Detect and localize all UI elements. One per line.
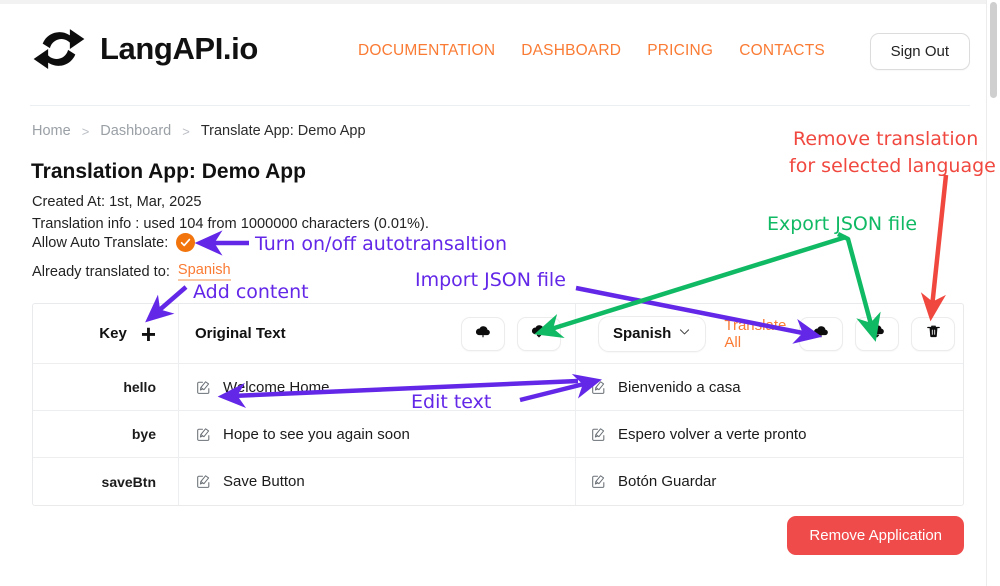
edit-pencil-icon[interactable] [590,473,607,490]
annotation-label-remove-translation-line1: Remove translation [793,128,979,150]
site-header: LangAPI.io DOCUMENTATION DASHBOARD PRICI… [0,4,1000,90]
annotation-label-auto-translate: Turn on/off autotransaltion [255,233,508,255]
header-cell-key: Key + [33,304,179,363]
nav-item-dashboard[interactable]: DASHBOARD [521,42,621,60]
trash-icon [925,323,942,345]
breadcrumb-separator-icon: > [182,123,190,139]
already-translated-row: Already translated to: Spanish [32,262,231,281]
auto-translate-toggle[interactable] [176,233,196,252]
row-translation-cell: Botón Guardar [576,458,963,505]
nav-item-contacts[interactable]: CONTACTS [739,42,825,60]
auto-translate-row: Allow Auto Translate: [32,233,196,252]
row-original-text: Hope to see you again soon [223,425,410,443]
row-key-label: bye [131,426,156,442]
page-scrollbar[interactable] [986,0,1000,586]
row-translation-text: Espero volver a verte pronto [618,425,807,443]
table-row: hello Welcome Home Bienvenido a casa [33,364,963,411]
annotation-label-add-content: Add content [193,281,309,303]
original-toolbar [461,316,561,351]
row-original-cell: Welcome Home [179,364,576,410]
breadcrumb-item-current: Translate App: Demo App [200,123,366,139]
edit-pencil-icon[interactable] [590,379,607,396]
add-row-button[interactable]: + [141,321,156,347]
table-header-row: Key + Original Text Spanish Translate Al… [33,304,963,364]
breadcrumb-item-home[interactable]: Home [32,123,71,139]
cloud-upload-icon [474,322,492,345]
cloud-download-icon [530,322,548,345]
row-original-cell: Save Button [179,458,576,505]
table-row: saveBtn Save Button Botón Guardar [33,458,963,505]
row-key-cell: hello [33,364,179,410]
header-original-label: Original Text [195,325,286,342]
header-key-label: Key [99,325,127,342]
cycle-arrows-icon [30,20,88,78]
breadcrumb-item-dashboard[interactable]: Dashboard [100,123,171,139]
translations-table: Key + Original Text Spanish Translate Al… [32,303,964,506]
import-original-button[interactable] [461,316,505,351]
row-translation-text: Botón Guardar [618,473,717,490]
breadcrumb-separator-icon: > [81,123,90,139]
row-translation-cell: Espero volver a verte pronto [576,411,963,457]
edit-pencil-icon[interactable] [195,426,212,443]
edit-pencil-icon[interactable] [195,473,212,490]
cloud-upload-icon [812,322,830,345]
main-nav: DOCUMENTATION DASHBOARD PRICING CONTACTS [358,42,825,60]
translate-all-button[interactable]: Translate All [724,317,799,351]
row-translation-text: Bienvenido a casa [618,378,741,396]
annotation-label-import-json: Import JSON file [415,269,566,291]
row-key-cell: saveBtn [33,458,179,505]
header-cell-original: Original Text [179,304,576,363]
cloud-download-icon [868,322,886,345]
already-translated-label: Already translated to: [32,263,170,280]
export-original-button[interactable] [517,316,561,351]
edit-pencil-icon[interactable] [590,426,607,443]
annotation-label-remove-translation-line2: for selected language [789,155,996,177]
export-translation-button[interactable] [855,316,899,351]
chevron-down-icon [678,325,691,342]
row-original-cell: Hope to see you again soon [179,411,576,457]
nav-item-pricing[interactable]: PRICING [647,42,713,60]
auto-translate-label: Allow Auto Translate: [32,234,169,251]
nav-item-documentation[interactable]: DOCUMENTATION [358,42,495,60]
created-at-text: Created At: 1st, Mar, 2025 [32,194,202,210]
brand-logo[interactable]: LangAPI.io [30,20,258,78]
header-cell-translation: Spanish Translate All [576,304,963,363]
breadcrumb: Home > Dashboard > Translate App: Demo A… [32,123,366,139]
row-key-label: hello [123,379,156,395]
already-translated-language[interactable]: Spanish [177,262,231,281]
import-translation-button[interactable] [799,316,843,351]
delete-translation-button[interactable] [911,316,955,351]
row-original-text: Save Button [223,473,305,490]
language-select[interactable]: Spanish [598,315,707,352]
annotation-arrow-remove-translation [920,174,949,322]
edit-pencil-icon[interactable] [195,379,212,396]
language-select-value: Spanish [613,325,672,342]
table-row: bye Hope to see you again soon Espero vo… [33,411,963,458]
brand-name: LangAPI.io [100,31,258,66]
row-key-label: saveBtn [101,473,156,490]
header-divider [30,105,970,106]
annotation-label-export-json: Export JSON file [767,213,918,235]
translation-info-text: Translation info : used 104 from 1000000… [32,216,429,232]
translation-toolbar [799,316,955,351]
page-title: Translation App: Demo App [31,160,306,183]
row-original-text: Welcome Home [223,378,330,396]
row-key-cell: bye [33,411,179,457]
sign-out-button[interactable]: Sign Out [869,33,970,70]
page-scrollbar-thumb[interactable] [990,2,997,98]
remove-application-button[interactable]: Remove Application [787,516,964,555]
row-translation-cell: Bienvenido a casa [576,364,963,410]
